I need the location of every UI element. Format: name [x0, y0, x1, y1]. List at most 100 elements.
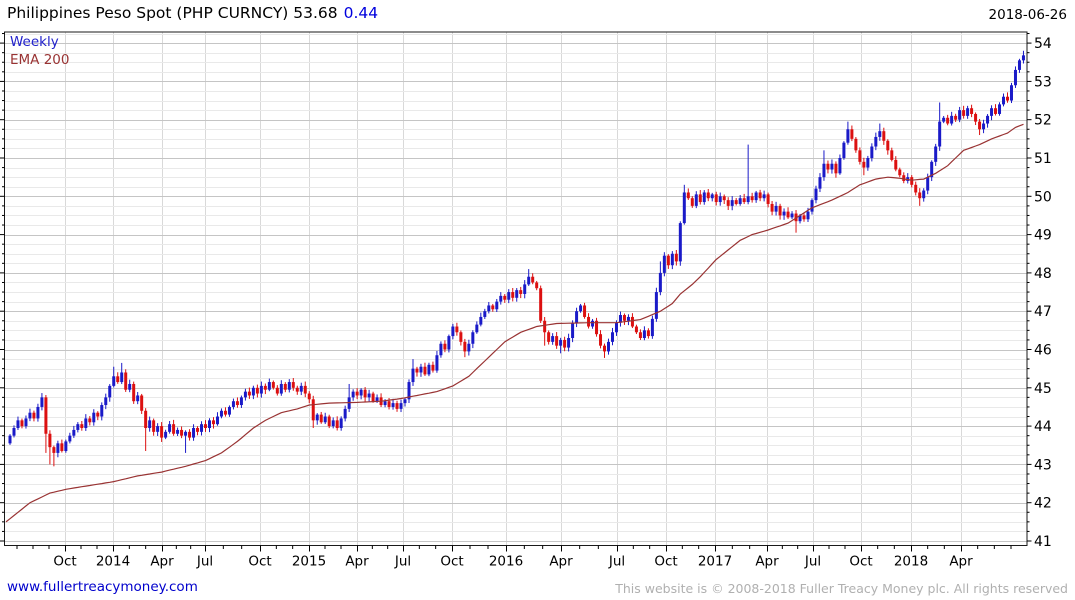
y-axis-label: 54	[1034, 36, 1052, 52]
candle	[343, 408, 347, 419]
candle	[299, 385, 303, 392]
candle	[966, 108, 970, 116]
candle	[674, 253, 678, 262]
candle	[614, 322, 618, 333]
candle	[116, 376, 120, 383]
candle	[423, 366, 427, 375]
candle	[263, 385, 267, 390]
candle	[587, 316, 591, 327]
candle	[866, 158, 870, 168]
candle	[204, 424, 208, 429]
candle	[543, 320, 547, 333]
candle	[559, 339, 563, 346]
candle	[128, 383, 132, 390]
candle	[415, 368, 419, 373]
candle	[447, 336, 451, 350]
candle	[1009, 85, 1013, 101]
candle	[239, 397, 243, 406]
candle	[650, 318, 654, 337]
candle	[483, 311, 487, 317]
candle	[136, 395, 140, 402]
candle	[351, 391, 355, 398]
candle	[64, 441, 68, 451]
candle	[638, 332, 642, 339]
candle	[634, 326, 638, 333]
candle	[271, 382, 275, 388]
x-axis-label: 2014	[96, 554, 130, 570]
candle	[399, 403, 403, 409]
candle	[670, 253, 674, 266]
y-axis-label: 51	[1034, 151, 1052, 167]
plot-frame	[4, 31, 1028, 546]
chart-page: Philippines Peso Spot (PHP CURNCY) 53.68…	[0, 0, 1075, 600]
legend-timeframe: Weekly	[10, 34, 59, 50]
candle	[108, 385, 112, 398]
y-axis-label: 45	[1034, 381, 1052, 397]
candle	[431, 364, 435, 371]
candle	[295, 387, 299, 392]
candle	[630, 316, 634, 327]
candle	[910, 177, 914, 185]
candle	[523, 284, 527, 294]
website-link[interactable]: www.fullertreacymoney.com	[7, 579, 198, 595]
candle	[842, 142, 846, 158]
candle	[499, 295, 503, 302]
candle	[339, 418, 343, 429]
candle	[120, 372, 124, 383]
candle	[435, 355, 439, 371]
candle	[144, 410, 148, 429]
copyright-text: This website is © 2008-2018 Fuller Treac…	[615, 581, 1068, 596]
candle	[503, 295, 507, 300]
candle	[68, 435, 72, 442]
candle	[479, 316, 483, 325]
candle	[152, 420, 156, 432]
candle	[519, 290, 523, 294]
candle	[726, 200, 730, 206]
grid-layer	[4, 32, 1027, 546]
candle	[124, 372, 128, 390]
candle	[754, 192, 758, 201]
candle	[662, 255, 666, 273]
candle	[20, 420, 24, 427]
candle	[870, 146, 874, 158]
candle	[607, 341, 610, 352]
candle	[982, 123, 986, 130]
candle	[255, 387, 259, 394]
candle	[307, 393, 311, 400]
candle	[515, 290, 519, 298]
candle	[1021, 55, 1025, 61]
candle	[882, 131, 886, 141]
x-axis-label: Jul	[196, 554, 213, 570]
candle	[583, 305, 587, 317]
candle	[902, 175, 906, 181]
y-axis-label: 43	[1034, 457, 1052, 473]
candle	[698, 194, 702, 203]
candle	[112, 376, 116, 386]
candle	[243, 391, 247, 398]
candle	[52, 447, 56, 453]
candle	[734, 200, 738, 204]
candle	[922, 190, 926, 199]
candle	[555, 336, 559, 346]
candle	[443, 343, 447, 350]
x-axis-label: Oct	[440, 554, 463, 570]
candle	[666, 255, 670, 266]
candle	[782, 211, 786, 216]
candle	[738, 198, 742, 204]
candle	[36, 406, 40, 419]
x-axis-label: Oct	[849, 554, 872, 570]
candle	[539, 288, 543, 321]
candle	[459, 332, 463, 342]
candle	[200, 424, 204, 432]
candle	[287, 382, 291, 390]
candle	[28, 412, 32, 419]
candle	[942, 117, 946, 122]
candle	[355, 391, 359, 396]
candle	[575, 311, 579, 323]
candle	[132, 383, 136, 402]
candle	[886, 140, 890, 151]
candle	[990, 108, 994, 116]
candle	[806, 211, 810, 220]
candle	[938, 121, 942, 147]
y-axis-label: 53	[1034, 74, 1052, 90]
